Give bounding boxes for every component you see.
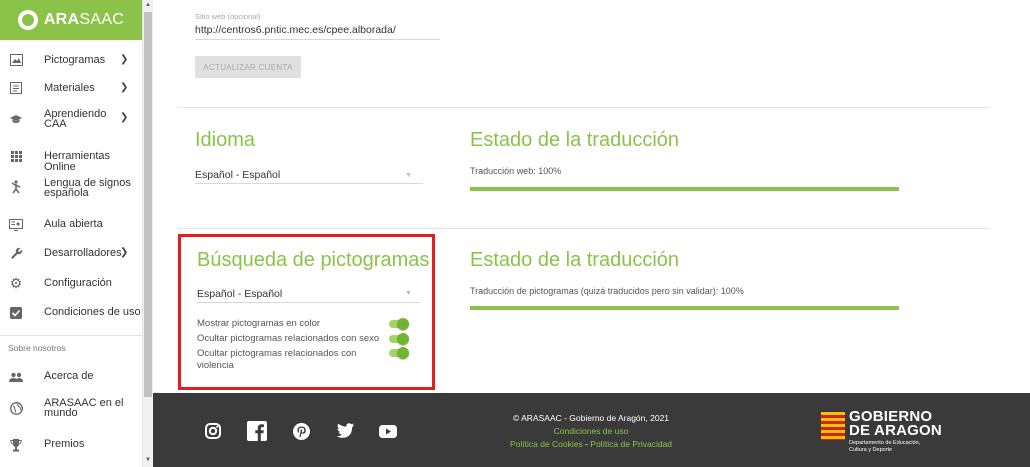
sidebar-item-label: Aprendiendo CAA: [44, 108, 107, 130]
checkbox-icon: [8, 305, 24, 321]
website-input[interactable]: http://centros6.pntic.mec.es/cpee.albora…: [195, 24, 396, 36]
scrollbar-thumb[interactable]: [144, 12, 152, 397]
sidebar-item-label: Acerca de: [44, 370, 94, 382]
image-icon: [8, 52, 24, 68]
sidebar-item-desarrolladores[interactable]: Desarrolladores ❯: [0, 243, 143, 263]
sidebar-item-label: ARASAAC en el mundo: [44, 397, 124, 419]
people-icon: [8, 369, 24, 385]
youtube-icon[interactable]: [379, 425, 397, 443]
gov-department-text: Departamento de Educación, Cultura y Dep…: [849, 440, 921, 453]
sidebar-item-lengua-signos[interactable]: Lengua de signos española: [0, 176, 143, 202]
book-icon: [8, 80, 24, 96]
sidebar-item-arasaac-mundo[interactable]: ARASAAC en el mundo: [0, 396, 143, 422]
sidebar-item-condiciones[interactable]: Condiciones de uso: [0, 302, 143, 322]
sidebar-item-label: Aula abierta: [44, 218, 103, 230]
sidebar-item-aula-abierta[interactable]: Aula abierta: [0, 214, 143, 234]
website-field-label: Sitio web (opcional): [195, 12, 261, 21]
arasaac-logo-icon: [17, 10, 38, 30]
pictogram-translation-progress-bar: [470, 306, 899, 310]
instagram-icon[interactable]: [205, 423, 221, 444]
sidebar-item-label: Premios: [44, 438, 85, 450]
wrench-icon: [8, 245, 24, 261]
brand-name: ARASAAC: [43, 11, 125, 28]
sidebar: ARASAAC Pictogramas ❯ Materiales ❯ Apren…: [0, 0, 143, 467]
language-select-underline: [195, 183, 423, 184]
main-content: Sitio web (opcional) http://centros6.pnt…: [153, 0, 1030, 393]
grid-icon: [8, 148, 24, 164]
sidebar-item-aprendiendo[interactable]: Aprendiendo CAA ❯: [0, 108, 143, 132]
classroom-icon: [8, 217, 24, 233]
website-input-underline: [195, 39, 440, 40]
sign-language-icon: [8, 179, 24, 195]
footer-links: © ARASAAC - Gobierno de Aragón, 2021 Con…: [491, 412, 691, 451]
chevron-down-icon: ❯: [120, 82, 129, 93]
globe-icon: [8, 400, 24, 416]
section-divider: [177, 107, 990, 108]
pinterest-icon[interactable]: [293, 423, 310, 445]
highlight-annotation-box: [178, 234, 435, 390]
terms-link[interactable]: Condiciones de uso: [491, 425, 691, 438]
gobierno-aragon-logo[interactable]: GOBIERNO DE ARAGON Departamento de Educa…: [821, 408, 956, 453]
sidebar-item-configuracion[interactable]: ⚙ Configuración: [0, 273, 143, 293]
sidebar-item-label: Desarrolladores: [44, 247, 122, 259]
sidebar-item-label: Herramientas Online: [44, 150, 111, 173]
sidebar-item-premios[interactable]: Premios: [0, 434, 143, 454]
sidebar-item-label: Pictogramas: [44, 54, 106, 66]
sidebar-item-label: Lengua de signos española: [44, 177, 131, 199]
sidebar-divider: [0, 335, 143, 336]
language-section-title: Idioma: [195, 129, 256, 151]
aragon-flag-icon: [821, 412, 845, 440]
scroll-down-arrow-icon[interactable]: ▼: [145, 457, 151, 463]
sidebar-item-label: Configuración: [44, 277, 112, 289]
privacy-policy-link[interactable]: Política de Privacidad: [590, 439, 672, 449]
pictogram-translation-progress-fill: [470, 306, 899, 310]
sidebar-section-heading: Sobre nosotros: [8, 343, 66, 353]
dropdown-caret-icon[interactable]: ▼: [405, 172, 412, 179]
twitter-icon[interactable]: [336, 423, 354, 443]
language-select[interactable]: Español - Español: [195, 169, 280, 181]
facebook-icon[interactable]: [247, 421, 267, 446]
scroll-up-arrow-icon[interactable]: ▲: [145, 2, 151, 8]
graduation-cap-icon: [8, 111, 24, 127]
chevron-down-icon: ❯: [120, 112, 129, 123]
sidebar-item-herramientas[interactable]: Herramientas Online: [0, 146, 143, 173]
web-translation-progress-fill: [470, 187, 899, 191]
brand-header[interactable]: ARASAAC: [0, 0, 142, 40]
update-account-button[interactable]: ACTUALIZAR CUENTA: [195, 56, 301, 78]
sidebar-scrollbar[interactable]: ▲ ▼: [143, 0, 153, 467]
section-divider: [177, 228, 990, 229]
chevron-down-icon: ❯: [120, 247, 129, 258]
gov-logo-title: GOBIERNO DE ARAGON: [849, 408, 942, 439]
pictogram-translation-status-label: Traducción de pictogramas (quizá traduci…: [470, 286, 744, 296]
copyright-text: © ARASAAC - Gobierno de Aragón, 2021: [512, 413, 670, 423]
cookies-policy-link[interactable]: Política de Cookies: [510, 439, 583, 449]
footer: © ARASAAC - Gobierno de Aragón, 2021 Con…: [153, 393, 1030, 467]
sidebar-item-pictogramas[interactable]: Pictogramas ❯: [0, 50, 143, 70]
sidebar-item-materiales[interactable]: Materiales ❯: [0, 78, 143, 98]
sidebar-item-label: Materiales: [44, 82, 95, 94]
chevron-down-icon: ❯: [120, 54, 129, 65]
sidebar-item-label: Condiciones de uso: [44, 306, 141, 318]
pictogram-translation-status-title: Estado de la traducción: [470, 249, 680, 271]
web-translation-progress-bar: [470, 187, 899, 191]
web-translation-status-title: Estado de la traducción: [470, 129, 680, 151]
trophy-icon: [8, 437, 24, 453]
sidebar-item-acerca[interactable]: Acerca de: [0, 366, 143, 386]
gear-icon: ⚙: [9, 274, 23, 291]
web-translation-status-label: Traducción web: 100%: [470, 166, 562, 176]
